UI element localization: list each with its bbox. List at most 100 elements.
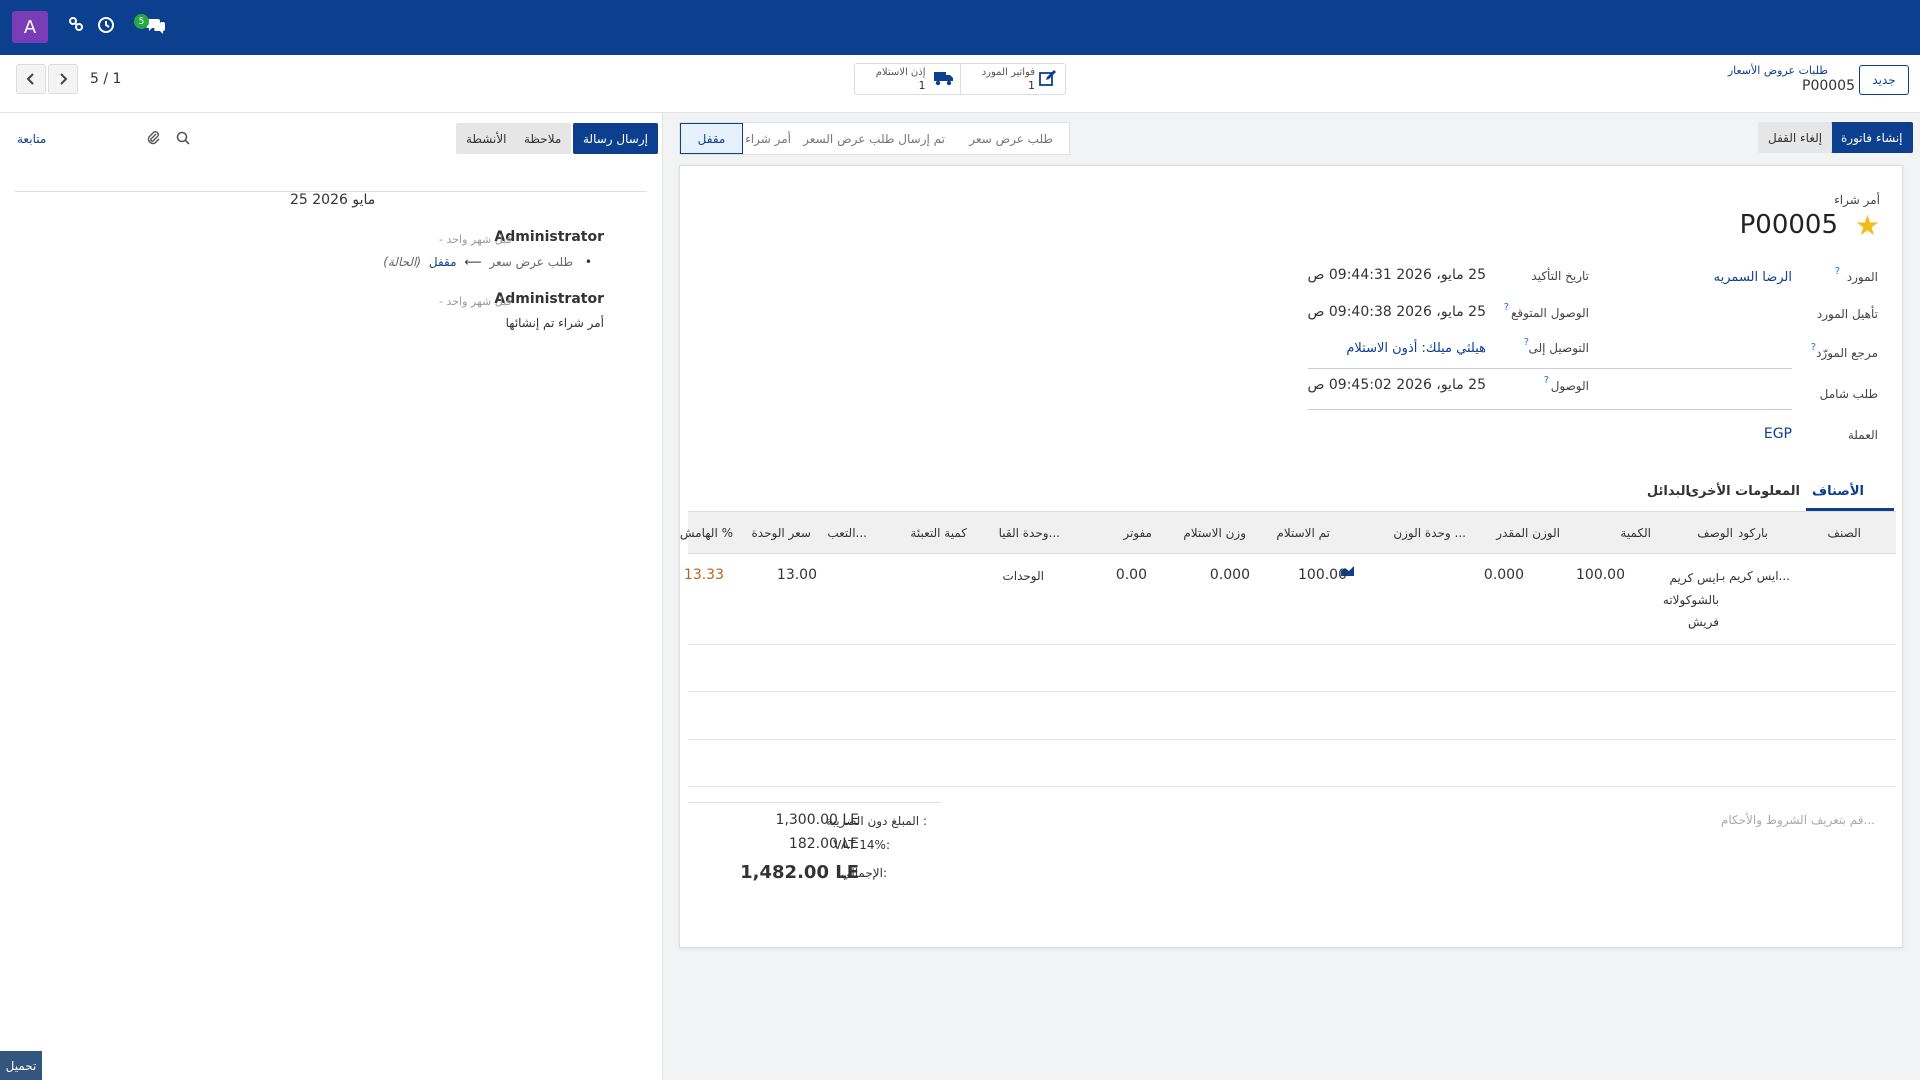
- confirmation-date[interactable]: 25 مايو، 2026 09:44:31 ص: [1307, 267, 1486, 283]
- help-icon[interactable]: ?: [1811, 342, 1816, 353]
- unlock-button[interactable]: إلغاء القفل: [1758, 122, 1833, 153]
- blanket-order-label: طلب شامل: [1819, 387, 1878, 401]
- receipts-smart-button[interactable]: إذن الاستلام 1: [855, 64, 960, 94]
- tracked-field: (الحالة): [383, 255, 422, 269]
- vendor-label: المورد: [1846, 270, 1878, 284]
- stage-locked[interactable]: مقفل: [680, 123, 743, 154]
- line-product[interactable]: ايس كريم بـ...: [1718, 569, 1790, 583]
- column-header[interactable]: وحدة الوزن ...: [1393, 526, 1466, 540]
- follow-button[interactable]: متابعة: [17, 132, 46, 146]
- untaxed-amount: 1,300.00 LE: [775, 812, 859, 828]
- tab-products[interactable]: الأصناف: [1812, 484, 1864, 499]
- column-header[interactable]: وحدة القيا...: [999, 526, 1060, 540]
- message-count-badge: 5: [134, 14, 149, 29]
- column-header[interactable]: الوصف: [1697, 526, 1733, 540]
- form-sheet: أمر شراء P00005 ★ المورد ? الرضا السمريه…: [679, 165, 1903, 948]
- page-title: P00005: [1739, 210, 1838, 240]
- help-icon[interactable]: ?: [1835, 266, 1840, 277]
- receipts-label: إذن الاستلام: [875, 67, 926, 78]
- table-row-divider: [688, 644, 1896, 645]
- deliver-to-field[interactable]: هيلثي ميلك: أذون الاستلام: [1346, 341, 1486, 356]
- settings-icon[interactable]: [68, 16, 84, 37]
- terms-input[interactable]: قم بتعريف الشروط والأحكام...: [1721, 813, 1875, 827]
- old-value: طلب عرض سعر: [489, 255, 574, 269]
- column-header[interactable]: كمية التعبئة: [910, 526, 967, 540]
- tab-other-info[interactable]: المعلومات الأخرى: [1687, 484, 1800, 499]
- active-tab-indicator: [1806, 508, 1894, 511]
- deliver-to-label: التوصيل إلى: [1528, 341, 1589, 355]
- pager-previous-button[interactable]: [16, 64, 46, 94]
- column-header[interactable]: سعر الوحدة: [752, 526, 811, 540]
- line-margin[interactable]: 13.33: [684, 567, 724, 583]
- search-icon[interactable]: [176, 131, 190, 149]
- upload-button[interactable]: تحميل: [0, 1051, 42, 1080]
- date-separator: 25 مايو 2026: [282, 192, 384, 208]
- help-icon[interactable]: ?: [1504, 302, 1509, 313]
- vendor-bills-count: 1: [1028, 79, 1035, 92]
- column-header[interactable]: تم الاستلام: [1276, 526, 1330, 540]
- order-lines-header: الصنف باركود الوصف الكمية الوزن المقدر و…: [680, 512, 1896, 554]
- user-avatar[interactable]: A: [12, 11, 48, 43]
- vendor-bills-smart-button[interactable]: فواتير المورد 1: [959, 64, 1066, 94]
- table-row-divider: [688, 739, 1896, 740]
- message-time: - قبل شهر واحد: [439, 295, 512, 308]
- edit-icon: [1039, 70, 1057, 90]
- clock-icon[interactable]: [97, 16, 115, 39]
- column-header[interactable]: مفوتر: [1123, 526, 1152, 540]
- line-quantity[interactable]: 100.00: [1576, 567, 1625, 583]
- arrival-label: الوصول: [1550, 379, 1589, 393]
- breadcrumb-parent[interactable]: طلبات عروض الأسعار: [1728, 64, 1828, 77]
- tab-alternatives[interactable]: البدائل: [1647, 484, 1690, 499]
- new-value: مقفل: [428, 255, 457, 269]
- help-icon[interactable]: ?: [1524, 337, 1529, 348]
- chatter-panel: إرسال رسالة ملاحظة الأنشطة متابعة 25 ماي…: [0, 113, 663, 1080]
- send-message-button[interactable]: إرسال رسالة: [573, 123, 658, 154]
- vendor-field[interactable]: الرضا السمريه: [1714, 270, 1792, 285]
- truck-icon: [933, 70, 955, 90]
- breadcrumb-current: P00005: [1802, 78, 1855, 94]
- chat-icon[interactable]: [146, 16, 166, 39]
- stage-rfq-sent[interactable]: تم إرسال طلب عرض السعر: [803, 132, 945, 146]
- line-unit-price[interactable]: 13.00: [777, 567, 817, 583]
- log-note-button[interactable]: ملاحظة: [514, 123, 572, 154]
- stage-purchase-order[interactable]: أمر شراء: [745, 132, 791, 146]
- stage-rfq[interactable]: طلب عرض سعر: [969, 132, 1053, 146]
- column-header[interactable]: الوزن المقدر: [1496, 526, 1560, 540]
- confirmation-date-label: تاريخ التأكيد: [1531, 269, 1589, 283]
- blanket-order-input[interactable]: [1308, 409, 1792, 410]
- chevron-left-icon: [26, 73, 34, 85]
- expected-arrival[interactable]: 25 مايو، 2026 09:40:38 ص: [1307, 304, 1486, 320]
- line-received-weight[interactable]: 0.000: [1210, 567, 1250, 583]
- line-description[interactable]: ايس كريم بالشوكولاته فريش: [1655, 567, 1719, 633]
- expected-arrival-label: الوصول المتوقع: [1511, 306, 1589, 320]
- top-navbar: A 5: [0, 0, 1920, 55]
- line-estimated-weight[interactable]: 0.000: [1484, 567, 1524, 583]
- vendor-reference-input[interactable]: [1308, 368, 1792, 369]
- line-uom[interactable]: الوحدات: [1002, 569, 1044, 583]
- new-button[interactable]: جديد: [1859, 65, 1909, 95]
- line-billed[interactable]: 0.00: [1116, 567, 1147, 583]
- column-header[interactable]: الصنف: [1828, 526, 1861, 540]
- create-invoice-button[interactable]: إنشاء فاتورة: [1831, 122, 1913, 153]
- vat-amount: 182.00 LE: [788, 836, 859, 852]
- column-header[interactable]: الهامش %: [680, 526, 733, 540]
- column-header[interactable]: الكمية: [1620, 526, 1651, 540]
- total-amount: 1,482.00 LE: [740, 862, 859, 883]
- pager-next-button[interactable]: [48, 64, 78, 94]
- activities-button[interactable]: الأنشطة: [456, 123, 517, 154]
- column-header[interactable]: التعب...: [827, 526, 867, 540]
- column-header[interactable]: وزن الاستلام: [1183, 526, 1246, 540]
- totals-divider: [688, 802, 941, 803]
- star-icon[interactable]: ★: [1855, 209, 1880, 242]
- arrival-date[interactable]: 25 مايو، 2026 09:45:02 ص: [1307, 377, 1486, 393]
- paperclip-icon[interactable]: [146, 130, 160, 150]
- pager-value[interactable]: 5 / 1: [90, 71, 121, 87]
- message-time: - قبل شهر واحد: [439, 233, 512, 246]
- currency-field[interactable]: EGP: [1764, 426, 1792, 442]
- line-received[interactable]: 100.00: [1298, 567, 1347, 583]
- vendor-qualification-label: تأهيل المورد: [1816, 307, 1878, 321]
- help-icon[interactable]: ?: [1544, 375, 1549, 386]
- control-panel: 5 / 1 إذن الاستلام 1 فواتير المورد 1 طلب…: [0, 55, 1920, 113]
- column-header[interactable]: باركود: [1738, 526, 1768, 540]
- currency-label: العملة: [1847, 428, 1878, 442]
